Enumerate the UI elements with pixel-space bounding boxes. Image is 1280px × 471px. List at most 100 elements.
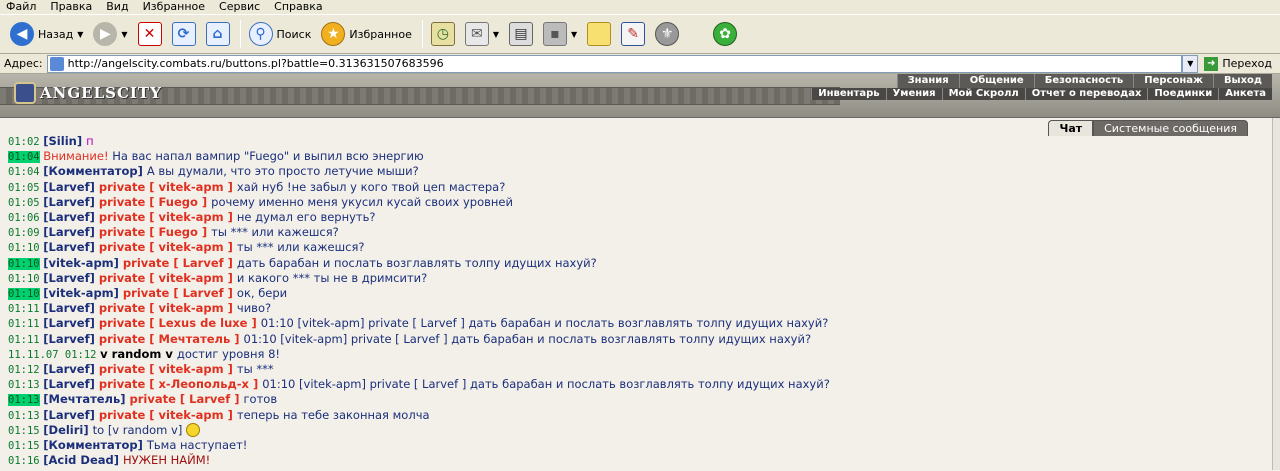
message-text: достиг уровня 8! <box>176 346 281 361</box>
message-time[interactable]: 01:10 <box>8 288 40 301</box>
print-button[interactable]: ▤ <box>505 18 537 50</box>
nav-transfer-report[interactable]: Отчет о переводах <box>1024 88 1148 100</box>
go-button[interactable]: ➜ Переход <box>1198 56 1280 71</box>
message-author[interactable]: [Larvef] <box>43 195 99 209</box>
message-author[interactable]: [Larvef] <box>43 225 99 239</box>
chat-scrollbar[interactable] <box>1272 118 1280 470</box>
nav-character[interactable]: Персонаж <box>1133 74 1213 88</box>
message-private-target[interactable]: private [ Мечтатель ] <box>99 332 244 346</box>
message-time[interactable]: 11.11.07 01:12 <box>8 349 97 361</box>
menu-view[interactable]: Вид <box>106 0 128 14</box>
nav-battles[interactable]: Поединки <box>1147 88 1218 100</box>
message-time[interactable]: 01:11 <box>8 318 40 330</box>
nav-profile[interactable]: Анкета <box>1218 88 1272 100</box>
message-author[interactable]: [Deliri] <box>43 423 92 437</box>
message-time[interactable]: 01:06 <box>8 212 40 224</box>
message-author[interactable]: [Larvef] <box>43 316 99 330</box>
nav-inventory[interactable]: Инвентарь <box>811 88 885 100</box>
message-time[interactable]: 01:10 <box>8 257 40 270</box>
message-private-target[interactable]: private [ Fuego ] <box>99 225 211 239</box>
message-private-target[interactable]: private [ vitek-apm ] <box>99 180 237 194</box>
forward-button[interactable]: ▶ ▼ <box>89 18 131 50</box>
favorites-button[interactable]: ★ Избранное <box>317 18 415 50</box>
message-author[interactable]: [Acid Dead] <box>43 453 123 467</box>
message-author[interactable]: [vitek-apm] <box>43 256 123 270</box>
nav-skills[interactable]: Умения <box>885 88 942 100</box>
message-private-target[interactable]: private [ Lexus de luxe ] <box>99 316 261 330</box>
message-author[interactable]: [Larvef] <box>43 271 99 285</box>
address-dropdown[interactable]: ▼ <box>1182 54 1199 73</box>
message-time[interactable]: 01:05 <box>8 197 40 209</box>
message-private-target[interactable]: private [ vitek-apm ] <box>99 210 237 224</box>
message-time[interactable]: 01:13 <box>8 394 40 407</box>
message-time[interactable]: 01:12 <box>8 364 40 376</box>
message-private-target[interactable]: private [ Larvef ] <box>123 286 237 300</box>
tab-chat[interactable]: Чат <box>1048 120 1094 136</box>
message-time[interactable]: 01:09 <box>8 227 40 239</box>
tab-system-messages[interactable]: Системные сообщения <box>1093 120 1248 136</box>
message-private-target[interactable]: private [ Fuego ] <box>99 195 211 209</box>
search-button[interactable]: ⚲ Поиск <box>245 18 316 50</box>
message-author[interactable]: [Комментатор] <box>43 164 147 178</box>
message-private-target[interactable]: private [ vitek-apm ] <box>99 408 237 422</box>
icq-button[interactable]: ✿ <box>709 18 741 50</box>
message-time[interactable]: 01:15 <box>8 425 40 437</box>
message-author[interactable]: [Мечтатель] <box>43 392 129 406</box>
menu-edit[interactable]: Правка <box>50 0 92 14</box>
message-time[interactable]: 01:16 <box>8 455 40 467</box>
chat-message: 11.11.07 01:12 v random v достиг уровня … <box>8 347 830 362</box>
message-author[interactable]: [Larvef] <box>43 408 99 422</box>
notes-button[interactable] <box>583 18 615 50</box>
nav-my-scroll[interactable]: Мой Скролл <box>941 88 1025 100</box>
message-author[interactable]: [Larvef] <box>43 332 99 346</box>
messenger-button[interactable]: ✎ <box>617 18 649 50</box>
nav-exit[interactable]: Выход <box>1212 74 1272 88</box>
message-time[interactable]: 01:11 <box>8 334 40 346</box>
message-time[interactable]: 01:11 <box>8 303 40 315</box>
mail-button[interactable]: ✉ ▼ <box>461 18 503 50</box>
message-time[interactable]: 01:04 <box>8 151 40 164</box>
edit-button[interactable]: ▪ ▼ <box>539 18 581 50</box>
star-icon: ★ <box>321 22 346 46</box>
message-author[interactable]: [Larvef] <box>43 362 99 376</box>
message-time[interactable]: 01:04 <box>8 166 40 178</box>
home-button[interactable]: ⌂ <box>202 18 234 50</box>
nav-security[interactable]: Безопасность <box>1033 74 1134 88</box>
menu-help[interactable]: Справка <box>274 0 322 14</box>
message-private-target[interactable]: private [ vitek-apm ] <box>99 301 237 315</box>
menu-favorites[interactable]: Избранное <box>143 0 205 14</box>
message-time[interactable]: 01:10 <box>8 242 40 254</box>
menu-tools[interactable]: Сервис <box>219 0 260 14</box>
message-private-target[interactable]: private [ x-Леопольд-x ] <box>99 377 262 391</box>
message-author[interactable]: [Silin] <box>43 134 86 148</box>
message-private-target[interactable]: private [ vitek-apm ] <box>99 362 237 376</box>
message-author[interactable]: [Комментатор] <box>43 438 147 452</box>
message-author[interactable]: [vitek-apm] <box>43 286 123 300</box>
research-button[interactable]: ⚜ <box>651 18 683 50</box>
message-private-target[interactable]: private [ Larvef ] <box>130 392 244 406</box>
nav-knowledge[interactable]: Знания <box>896 74 959 88</box>
back-button[interactable]: ◀ Назад ▼ <box>6 18 87 50</box>
message-time[interactable]: 01:10 <box>8 273 40 285</box>
message-text: ты *** или кажешся? <box>236 240 365 255</box>
message-time[interactable]: 01:02 <box>8 136 40 148</box>
message-author[interactable]: [Larvef] <box>43 210 99 224</box>
message-time[interactable]: 01:05 <box>8 182 40 194</box>
stop-button[interactable]: ✕ <box>134 18 166 50</box>
refresh-button[interactable]: ⟳ <box>168 18 200 50</box>
message-time[interactable]: 01:15 <box>8 440 40 452</box>
message-private-target[interactable]: private [ Larvef ] <box>123 256 237 270</box>
message-time[interactable]: 01:13 <box>8 379 40 391</box>
message-author[interactable]: [Larvef] <box>43 301 99 315</box>
message-private-target[interactable]: private [ vitek-apm ] <box>99 271 237 285</box>
message-time[interactable]: 01:13 <box>8 410 40 422</box>
message-author[interactable]: [Larvef] <box>43 180 99 194</box>
nav-communication[interactable]: Общение <box>958 74 1034 88</box>
message-author[interactable]: [Larvef] <box>43 240 99 254</box>
note-icon <box>587 22 612 46</box>
menu-file[interactable]: Файл <box>6 0 36 14</box>
address-input[interactable]: http://angelscity.combats.ru/buttons.pl?… <box>46 54 1183 73</box>
history-button[interactable]: ◷ <box>427 18 459 50</box>
message-author[interactable]: [Larvef] <box>43 377 99 391</box>
message-private-target[interactable]: private [ vitek-apm ] <box>99 240 237 254</box>
